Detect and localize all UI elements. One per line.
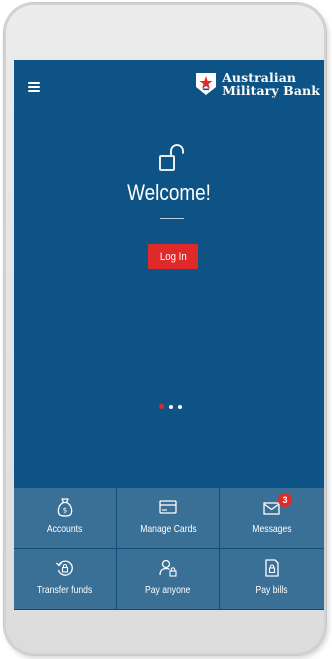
carousel-dot-active[interactable] <box>159 404 164 409</box>
phone-frame: Australian Military Bank Welcome! Log In <box>4 3 326 655</box>
tile-accounts[interactable]: $ Accounts <box>14 488 117 549</box>
title-divider <box>160 218 184 219</box>
top-bar: Australian Military Bank <box>14 60 324 114</box>
bill-icon <box>265 559 279 577</box>
star-shield-icon <box>196 73 217 95</box>
app-screen: Australian Military Bank Welcome! Log In <box>14 60 324 610</box>
tile-pay-anyone[interactable]: Pay anyone <box>117 549 220 610</box>
login-button[interactable]: Log In <box>148 244 198 269</box>
tile-label: Messages <box>252 523 292 535</box>
tile-label: Accounts <box>47 523 83 535</box>
transfer-icon <box>56 560 73 576</box>
brand-line-2: Military Bank <box>222 83 320 98</box>
money-bag-icon: $ <box>57 498 73 517</box>
tile-label: Transfer funds <box>37 584 93 596</box>
tile-transfer-funds[interactable]: Transfer funds <box>14 549 117 610</box>
carousel-indicator <box>159 404 182 409</box>
pay-anyone-icon <box>159 559 177 577</box>
tile-label: Pay anyone <box>145 584 191 596</box>
welcome-title: Welcome! <box>127 180 211 205</box>
menu-icon[interactable] <box>28 82 40 92</box>
tile-label: Pay bills <box>255 584 289 596</box>
carousel-dot[interactable] <box>178 404 182 409</box>
tile-label: Manage Cards <box>139 523 197 535</box>
card-icon <box>159 500 177 514</box>
unlocked-padlock-icon <box>159 144 184 171</box>
svg-text:$: $ <box>63 507 67 515</box>
login-button-label: Log In <box>159 250 187 263</box>
tile-messages[interactable]: 3 Messages <box>220 488 324 549</box>
quick-actions-grid: $ Accounts Manage Cards 3 Messages Trans… <box>14 488 324 610</box>
carousel-dot[interactable] <box>169 404 173 409</box>
unread-count-badge: 3 <box>278 493 292 507</box>
brand-logo: Australian Military Bank <box>195 71 320 97</box>
brand-name: Australian Military Bank <box>222 71 320 97</box>
tile-pay-bills[interactable]: Pay bills <box>220 549 324 610</box>
tile-manage-cards[interactable]: Manage Cards <box>117 488 220 549</box>
